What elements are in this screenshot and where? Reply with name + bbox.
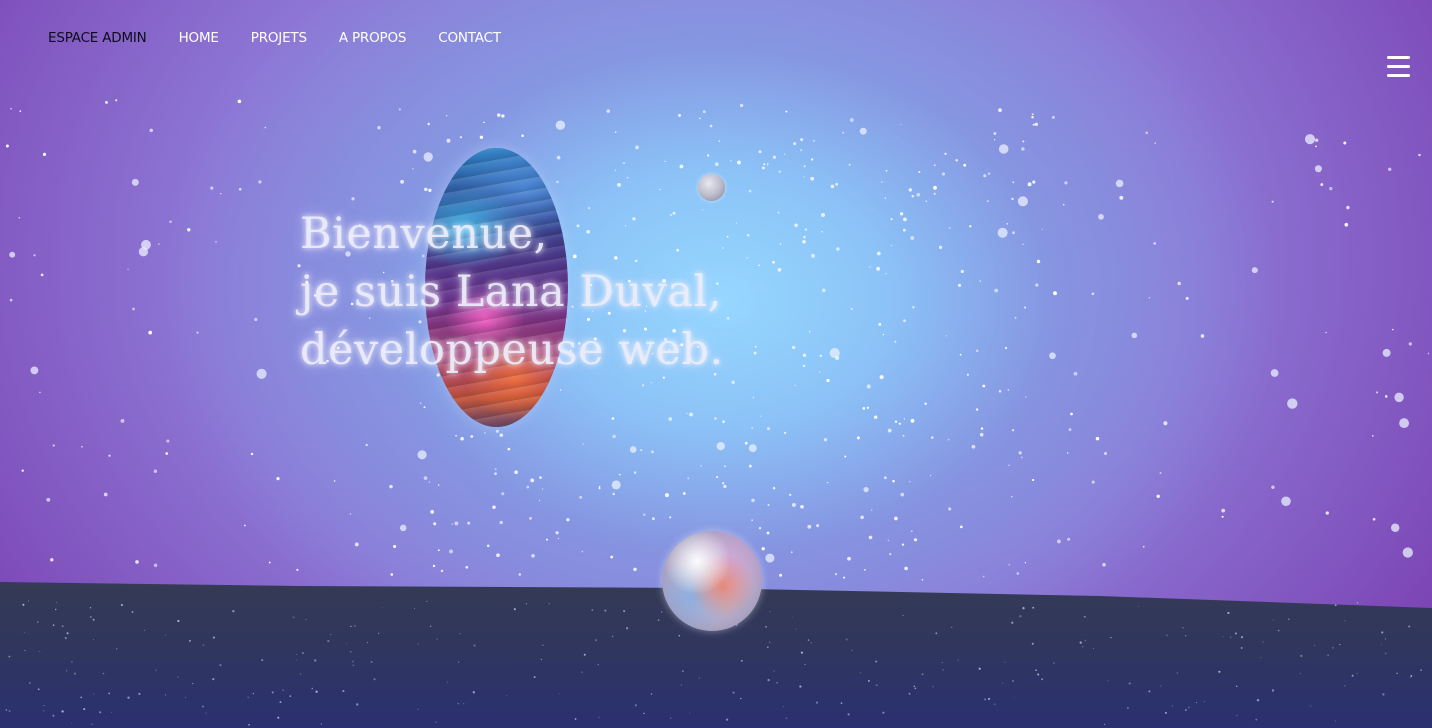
small-moon <box>698 174 725 201</box>
hamburger-menu-icon[interactable] <box>1387 56 1410 78</box>
nav-link-espace-admin[interactable]: ESPACE ADMIN <box>48 28 147 48</box>
menu-bar <box>1387 56 1410 59</box>
hero-line-name: je suis Lana Duval, <box>300 267 722 317</box>
hero-scene: Bienvenue, je suis Lana Duval, développe… <box>0 0 1432 728</box>
nav-link-a-propos[interactable]: A PROPOS <box>339 28 407 48</box>
hero-heading: Bienvenue, je suis Lana Duval, développe… <box>300 205 724 379</box>
main-nav: ESPACE ADMIN HOME PROJETS A PROPOS CONTA… <box>48 28 501 48</box>
nav-link-home[interactable]: HOME <box>179 28 219 48</box>
hero-line-role: développeuse web. <box>300 325 724 375</box>
marble-sphere <box>662 531 762 631</box>
menu-bar <box>1387 65 1410 68</box>
nav-link-contact[interactable]: CONTACT <box>438 28 501 48</box>
hero-line-greeting: Bienvenue, <box>300 209 548 259</box>
nav-link-projets[interactable]: PROJETS <box>251 28 307 48</box>
menu-bar <box>1387 74 1410 77</box>
